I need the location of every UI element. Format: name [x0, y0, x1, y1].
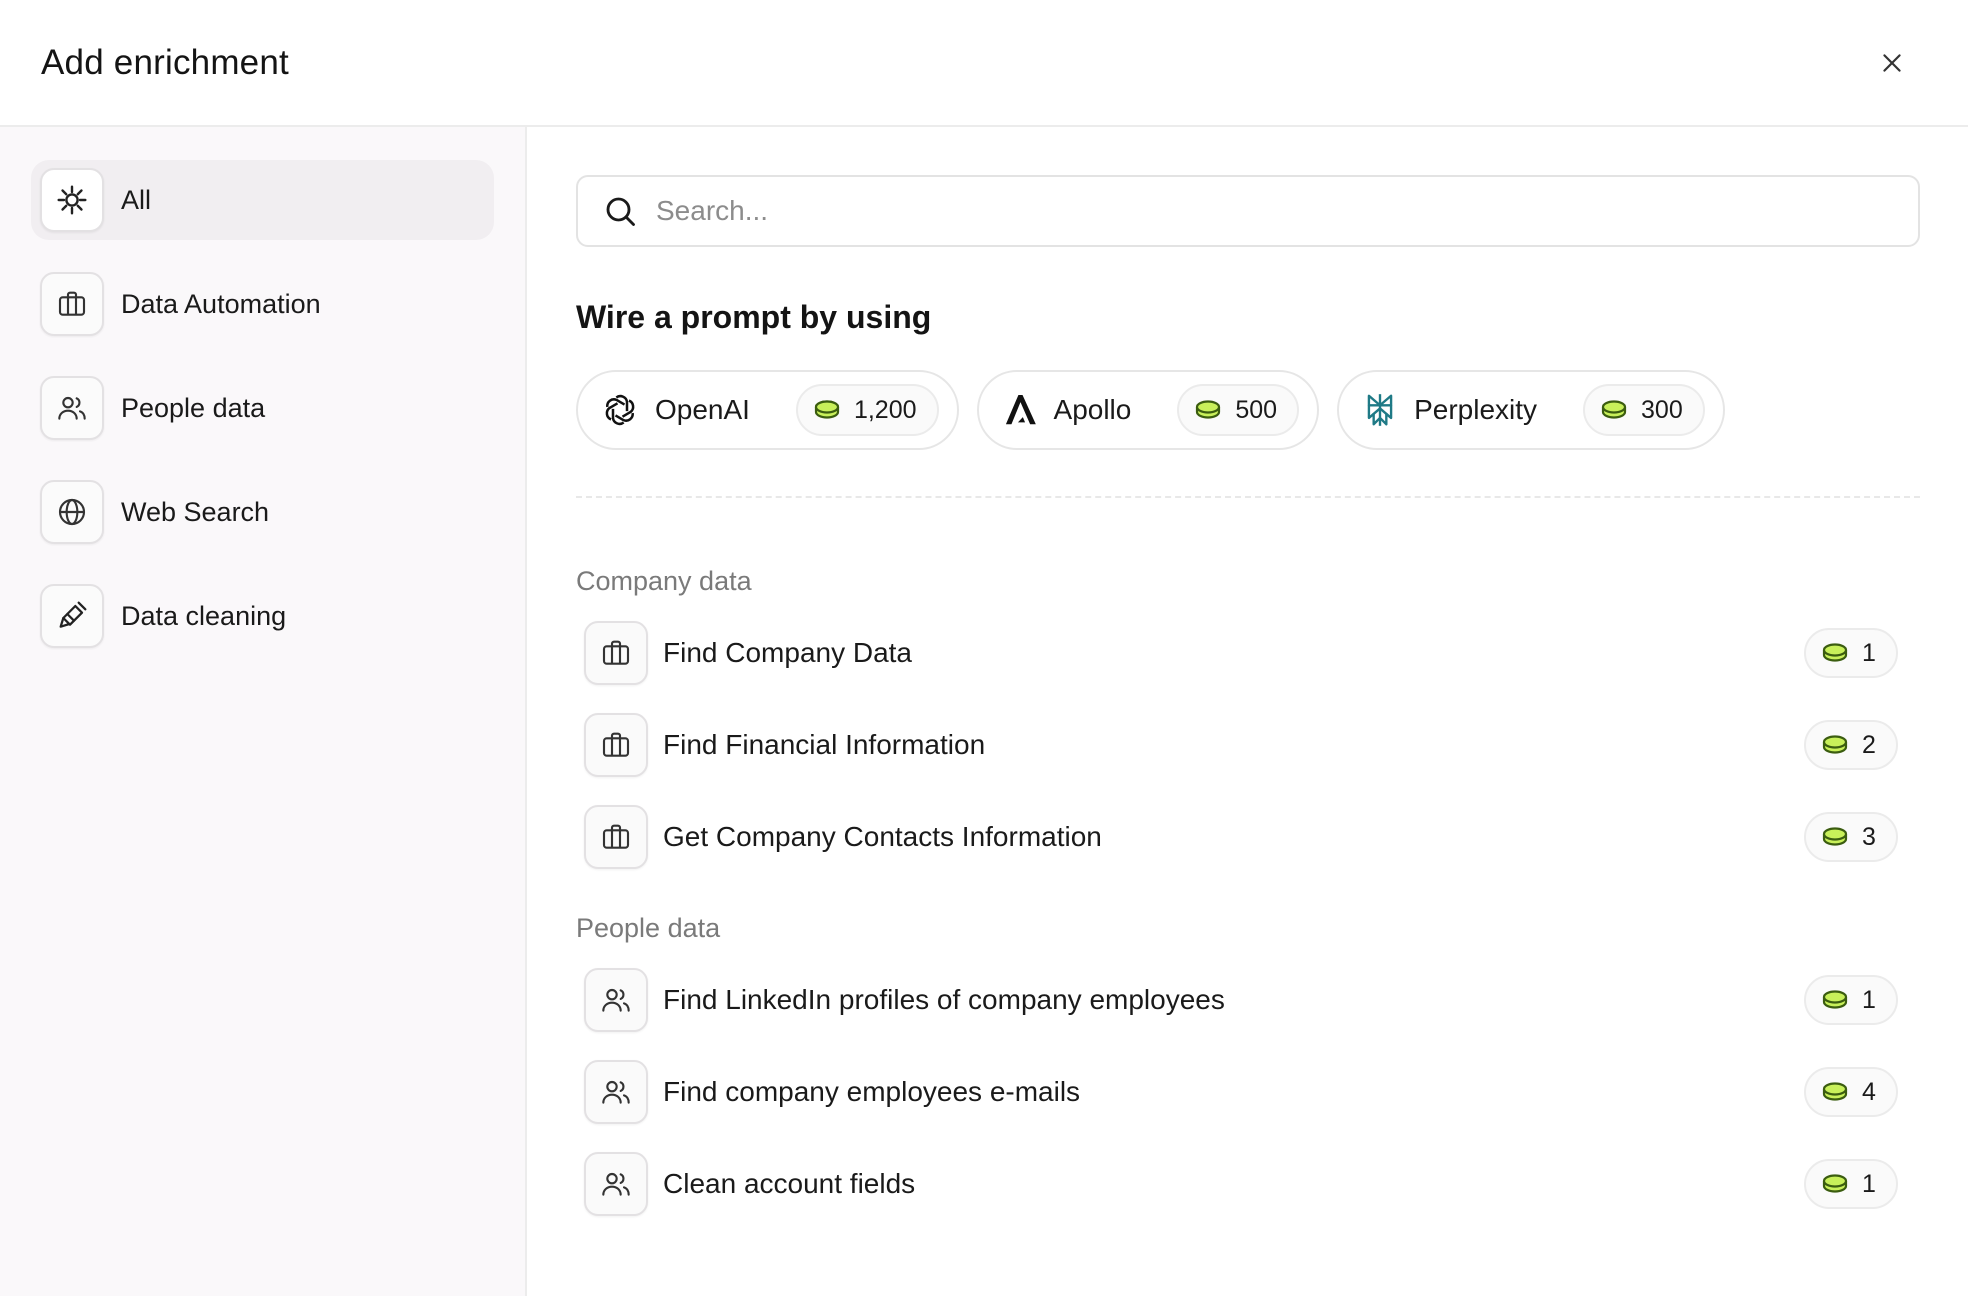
list-item-label: Find LinkedIn profiles of company employ… [663, 984, 1225, 1015]
modal-body: All Data Automation People data Web Sear… [0, 127, 1968, 1296]
sidebar-item-data-automation[interactable]: Data Automation [31, 264, 494, 344]
briefcase-icon [602, 640, 630, 665]
coin-icon [1822, 1174, 1848, 1193]
sidebar-item-label: People data [121, 392, 266, 423]
sidebar-item-people-data[interactable]: People data [31, 368, 494, 448]
sidebar-item-web-search[interactable]: Web Search [31, 472, 494, 552]
sidebar-icon-box [40, 376, 104, 440]
search-input[interactable] [656, 195, 1918, 227]
credit-count: 500 [1235, 395, 1278, 424]
row-icon-box [584, 713, 648, 777]
coin-icon [1822, 827, 1848, 846]
credit-badge: 1 [1804, 628, 1898, 678]
users-icon [602, 1080, 630, 1104]
sidebar-item-label: All [121, 184, 152, 215]
sidebar-icon-box [40, 480, 104, 544]
list-item[interactable]: Find Financial Information 2 [576, 713, 1898, 777]
sidebar-icon-box [40, 272, 104, 336]
close-icon [1883, 53, 1901, 72]
users-icon [602, 1172, 630, 1196]
coin-icon [814, 400, 840, 419]
credit-badge: 300 [1583, 384, 1705, 436]
coin-icon [1822, 735, 1848, 754]
credit-badge: 500 [1177, 384, 1300, 436]
list-item-label: Find Company Data [663, 637, 913, 668]
list-item-label: Find company employees e-mails [663, 1076, 1081, 1107]
provider-list: OpenAI 1,200 Apollo 500 Perplexity 300 [576, 370, 1920, 450]
users-icon [58, 396, 86, 420]
sidebar-item-label: Web Search [121, 496, 270, 527]
coin-icon [1601, 400, 1627, 419]
list-item[interactable]: Get Company Contacts Information 3 [576, 805, 1898, 869]
credit-badge: 1 [1804, 975, 1898, 1025]
provider-name: OpenAI [655, 394, 750, 425]
credit-count: 3 [1862, 822, 1876, 851]
modal-title: Add enrichment [41, 42, 289, 82]
credit-badge: 1 [1804, 1159, 1898, 1209]
brush-icon [59, 601, 87, 628]
provider-apollo[interactable]: Apollo 500 [976, 370, 1320, 450]
category-sidebar: All Data Automation People data Web Sear… [0, 127, 527, 1296]
list-item-label: Get Company Contacts Information [663, 821, 1102, 852]
list-item[interactable]: Find company employees e-mails 4 [576, 1060, 1898, 1124]
sparkle-icon [57, 185, 87, 215]
apollo-logo-icon [1005, 394, 1036, 425]
briefcase-icon [58, 291, 86, 316]
people-data-list: Find LinkedIn profiles of company employ… [576, 968, 1898, 1216]
row-icon-box [584, 1152, 648, 1216]
sidebar-icon-box [40, 168, 104, 232]
credit-count: 1 [1862, 638, 1876, 667]
coin-icon [1196, 400, 1221, 419]
list-item[interactable]: Clean account fields 1 [576, 1152, 1898, 1216]
credit-badge: 2 [1804, 720, 1898, 770]
row-icon-box [584, 805, 648, 869]
credit-count: 1,200 [853, 395, 917, 424]
sidebar-item-all[interactable]: All [31, 160, 494, 240]
sidebar-icon-box [40, 584, 104, 648]
enrichment-main-panel: Wire a prompt by using OpenAI [527, 127, 1968, 1296]
sidebar-item-data-cleaning[interactable]: Data cleaning [31, 576, 494, 656]
coin-icon [1822, 990, 1848, 1009]
section-divider [576, 496, 1920, 498]
provider-perplexity[interactable]: Perplexity 300 [1337, 370, 1725, 450]
coin-icon [1822, 643, 1848, 662]
add-enrichment-modal: Add enrichment All Data Automation Peopl… [0, 0, 1968, 1296]
company-data-list: Find Company Data 1 Find Financial Infor… [576, 621, 1898, 869]
credit-badge: 3 [1804, 812, 1898, 862]
list-item-label: Clean account fields [663, 1168, 916, 1199]
credit-badge: 1,200 [795, 384, 939, 436]
search-icon [606, 197, 635, 226]
list-item[interactable]: Find Company Data 1 [576, 621, 1898, 685]
users-icon [602, 988, 630, 1012]
group-label-company-data: Company data [576, 566, 752, 596]
coin-icon [1822, 1082, 1848, 1101]
row-icon-box [584, 968, 648, 1032]
prompt-heading: Wire a prompt by using [576, 299, 932, 335]
provider-name: Apollo [1053, 394, 1132, 425]
credit-count: 1 [1862, 985, 1876, 1014]
credit-count: 300 [1641, 395, 1683, 424]
briefcase-icon [602, 824, 630, 849]
close-button[interactable] [1872, 43, 1912, 83]
perplexity-logo-icon [1367, 394, 1393, 426]
credit-badge: 4 [1804, 1067, 1898, 1117]
modal-header: Add enrichment [0, 0, 1968, 127]
globe-icon [58, 498, 86, 526]
group-label-people-data: People data [576, 913, 721, 943]
provider-name: Perplexity [1414, 394, 1538, 425]
sidebar-item-label: Data Automation [121, 288, 321, 319]
credit-count: 2 [1862, 730, 1876, 759]
credit-count: 4 [1862, 1077, 1876, 1106]
search-box [576, 175, 1920, 247]
list-item[interactable]: Find LinkedIn profiles of company employ… [576, 968, 1898, 1032]
row-icon-box [584, 1060, 648, 1124]
openai-logo-icon [605, 394, 635, 426]
sidebar-item-label: Data cleaning [121, 600, 287, 631]
briefcase-icon [602, 732, 630, 757]
provider-openai[interactable]: OpenAI 1,200 [576, 370, 959, 450]
row-icon-box [584, 621, 648, 685]
credit-count: 1 [1862, 1169, 1876, 1198]
list-item-label: Find Financial Information [663, 729, 986, 760]
